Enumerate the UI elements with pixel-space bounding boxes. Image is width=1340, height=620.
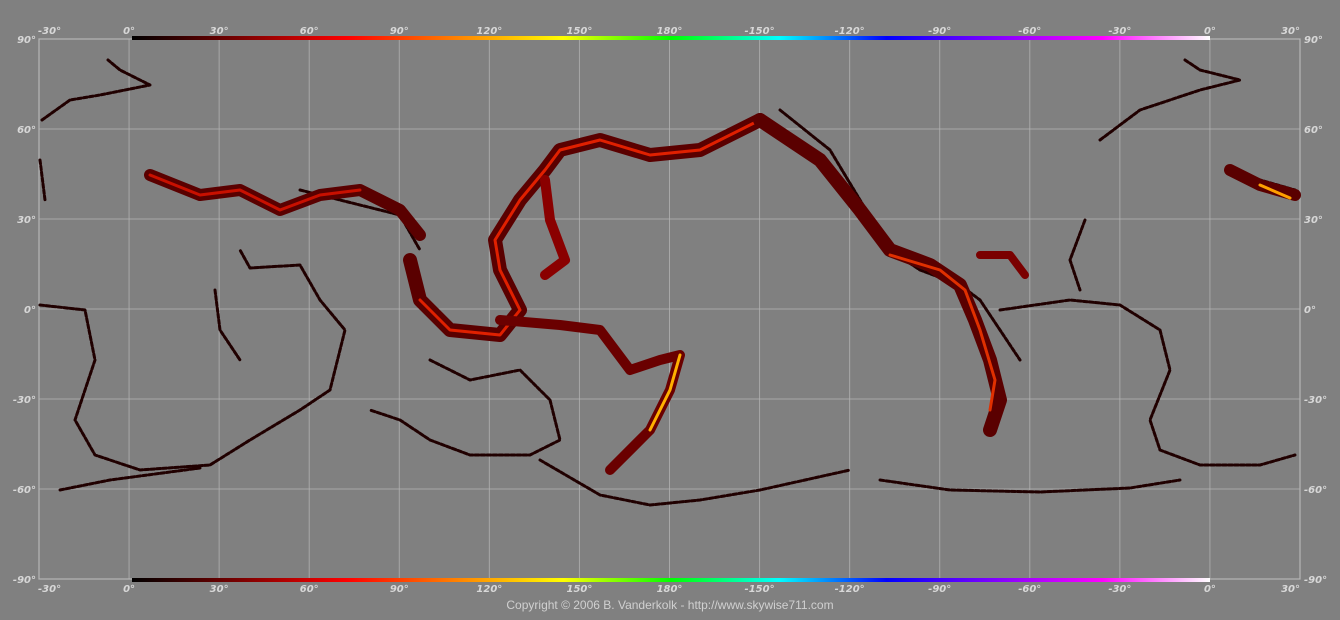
seismic-world-map: -30° 0° 30° 60° 90° 120° 150° 180° -150° -120° -90… xyxy=(13,26,1327,595)
latitude-label-left: 0° xyxy=(24,305,36,316)
longitude-labels-bottom: -30° 0° 30° 60° 90° 120° 150° 180° -150° -120° -90… xyxy=(38,584,1300,595)
latitude-labels-right: 90° 60° 30° 0° -30° -60° -90° xyxy=(1304,35,1327,586)
longitude-label-bottom: -30° xyxy=(38,584,61,595)
longitude-label-top: 0° xyxy=(123,26,135,37)
longitude-label-bottom: 90° xyxy=(390,584,409,595)
longitude-label-top: -150° xyxy=(745,26,775,37)
latitude-label-right: -90° xyxy=(1304,575,1327,586)
latitude-label-left: -60° xyxy=(13,485,36,496)
latitude-label-right: 60° xyxy=(1304,125,1323,136)
latitude-label-right: 0° xyxy=(1304,305,1316,316)
longitude-label-top: 90° xyxy=(390,26,409,37)
longitude-label-bottom: 0° xyxy=(123,584,135,595)
longitude-label-top: 120° xyxy=(476,26,502,37)
longitude-label-top: 30° xyxy=(210,26,229,37)
latitude-label-left: 30° xyxy=(17,215,36,226)
latitude-label-right: -30° xyxy=(1304,395,1327,406)
latitude-label-left: -90° xyxy=(13,575,36,586)
longitude-label-bottom: -60° xyxy=(1018,584,1041,595)
longitude-label-top: 150° xyxy=(566,26,592,37)
longitude-label-bottom: 30° xyxy=(1281,584,1300,595)
longitude-label-top: -60° xyxy=(1018,26,1041,37)
longitude-label-top: 60° xyxy=(300,26,319,37)
longitude-label-bottom: 120° xyxy=(476,584,502,595)
longitude-label-bottom: 0° xyxy=(1204,584,1216,595)
latitude-label-right: 30° xyxy=(1304,215,1323,226)
longitude-label-top: 30° xyxy=(1281,26,1300,37)
longitude-label-top: -120° xyxy=(835,26,865,37)
longitude-label-top: -30° xyxy=(1108,26,1131,37)
color-scale-bottom xyxy=(132,578,1210,582)
longitude-label-top: 180° xyxy=(657,26,683,37)
latitude-labels-left: 90° 60° 30° 0° -30° -60° -90° xyxy=(13,35,36,586)
longitude-labels-top: -30° 0° 30° 60° 90° 120° 150° 180° -150° -120° -90… xyxy=(38,26,1300,37)
longitude-label-bottom: -30° xyxy=(1108,584,1131,595)
longitude-label-bottom: -120° xyxy=(835,584,865,595)
latitude-label-right: 90° xyxy=(1304,35,1323,46)
copyright-footer: Copyright © 2006 B. Vanderkolk - http://… xyxy=(506,598,834,612)
longitude-label-bottom: -90° xyxy=(928,584,951,595)
longitude-label-bottom: 150° xyxy=(566,584,592,595)
latitude-label-left: -30° xyxy=(13,395,36,406)
longitude-label-bottom: 180° xyxy=(657,584,683,595)
longitude-label-bottom: -150° xyxy=(745,584,775,595)
longitude-label-top: -30° xyxy=(38,26,61,37)
longitude-label-bottom: 60° xyxy=(300,584,319,595)
longitude-label-bottom: 30° xyxy=(210,584,229,595)
longitude-label-top: -90° xyxy=(928,26,951,37)
latitude-label-left: 60° xyxy=(17,125,36,136)
latitude-label-right: -60° xyxy=(1304,485,1327,496)
latitude-label-left: 90° xyxy=(17,35,36,46)
longitude-label-top: 0° xyxy=(1204,26,1216,37)
